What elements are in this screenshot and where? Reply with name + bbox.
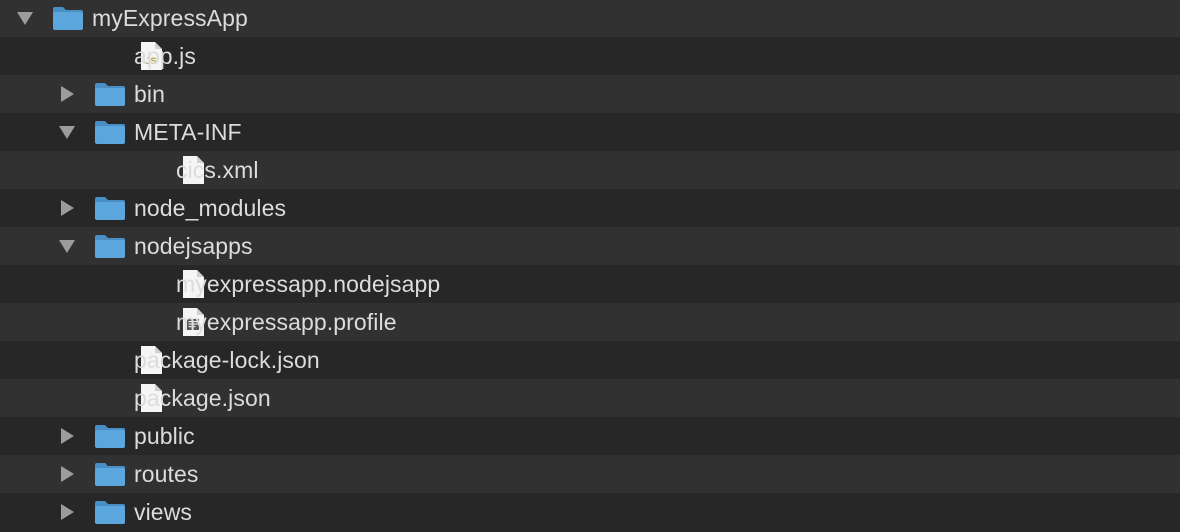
folder-row[interactable]: routes (0, 455, 1180, 493)
item-label: myexpressapp.profile (176, 309, 397, 335)
folder-row[interactable]: views (0, 493, 1180, 531)
item-label: META-INF (134, 119, 242, 145)
file-row[interactable]: cics.xml (0, 151, 1180, 189)
item-label: routes (134, 461, 199, 487)
item-label: app.js (134, 43, 196, 69)
item-label: myexpressapp.nodejsapp (176, 271, 441, 297)
disclosure-collapsed-icon[interactable] (57, 502, 77, 522)
disclosure-expanded-icon[interactable] (15, 8, 35, 28)
folder-icon (94, 461, 126, 487)
file-tree: myExpressApp JS app.js bin META-INF cics.xml n… (0, 0, 1180, 532)
item-label: public (134, 423, 195, 449)
disclosure-expanded-icon[interactable] (57, 122, 77, 142)
folder-icon (52, 5, 84, 31)
disclosure-collapsed-icon[interactable] (57, 426, 77, 446)
folder-row[interactable]: nodejsapps (0, 227, 1180, 265)
item-label: views (134, 499, 193, 525)
folder-icon (94, 81, 126, 107)
item-label: nodejsapps (134, 233, 253, 259)
item-label: cics.xml (176, 157, 259, 183)
folder-icon (94, 499, 126, 525)
folder-row[interactable]: META-INF (0, 113, 1180, 151)
item-label: package.json (134, 385, 271, 411)
item-label: package-lock.json (134, 347, 320, 373)
item-label: node_modules (134, 195, 287, 221)
disclosure-collapsed-icon[interactable] (57, 84, 77, 104)
file-row[interactable]: package-lock.json (0, 341, 1180, 379)
file-row[interactable]: myexpressapp.profile (0, 303, 1180, 341)
folder-row[interactable]: node_modules (0, 189, 1180, 227)
folder-icon (94, 195, 126, 221)
file-row[interactable]: JS app.js (0, 37, 1180, 75)
folder-row[interactable]: myExpressApp (0, 0, 1180, 37)
folder-icon (94, 119, 126, 145)
file-row[interactable]: package.json (0, 379, 1180, 417)
folder-icon (94, 233, 126, 259)
folder-row[interactable]: bin (0, 75, 1180, 113)
folder-icon (94, 423, 126, 449)
item-label: myExpressApp (92, 5, 248, 31)
folder-row[interactable]: public (0, 417, 1180, 455)
disclosure-collapsed-icon[interactable] (57, 464, 77, 484)
disclosure-expanded-icon[interactable] (57, 236, 77, 256)
file-row[interactable]: myexpressapp.nodejsapp (0, 265, 1180, 303)
disclosure-collapsed-icon[interactable] (57, 198, 77, 218)
item-label: bin (134, 81, 165, 107)
